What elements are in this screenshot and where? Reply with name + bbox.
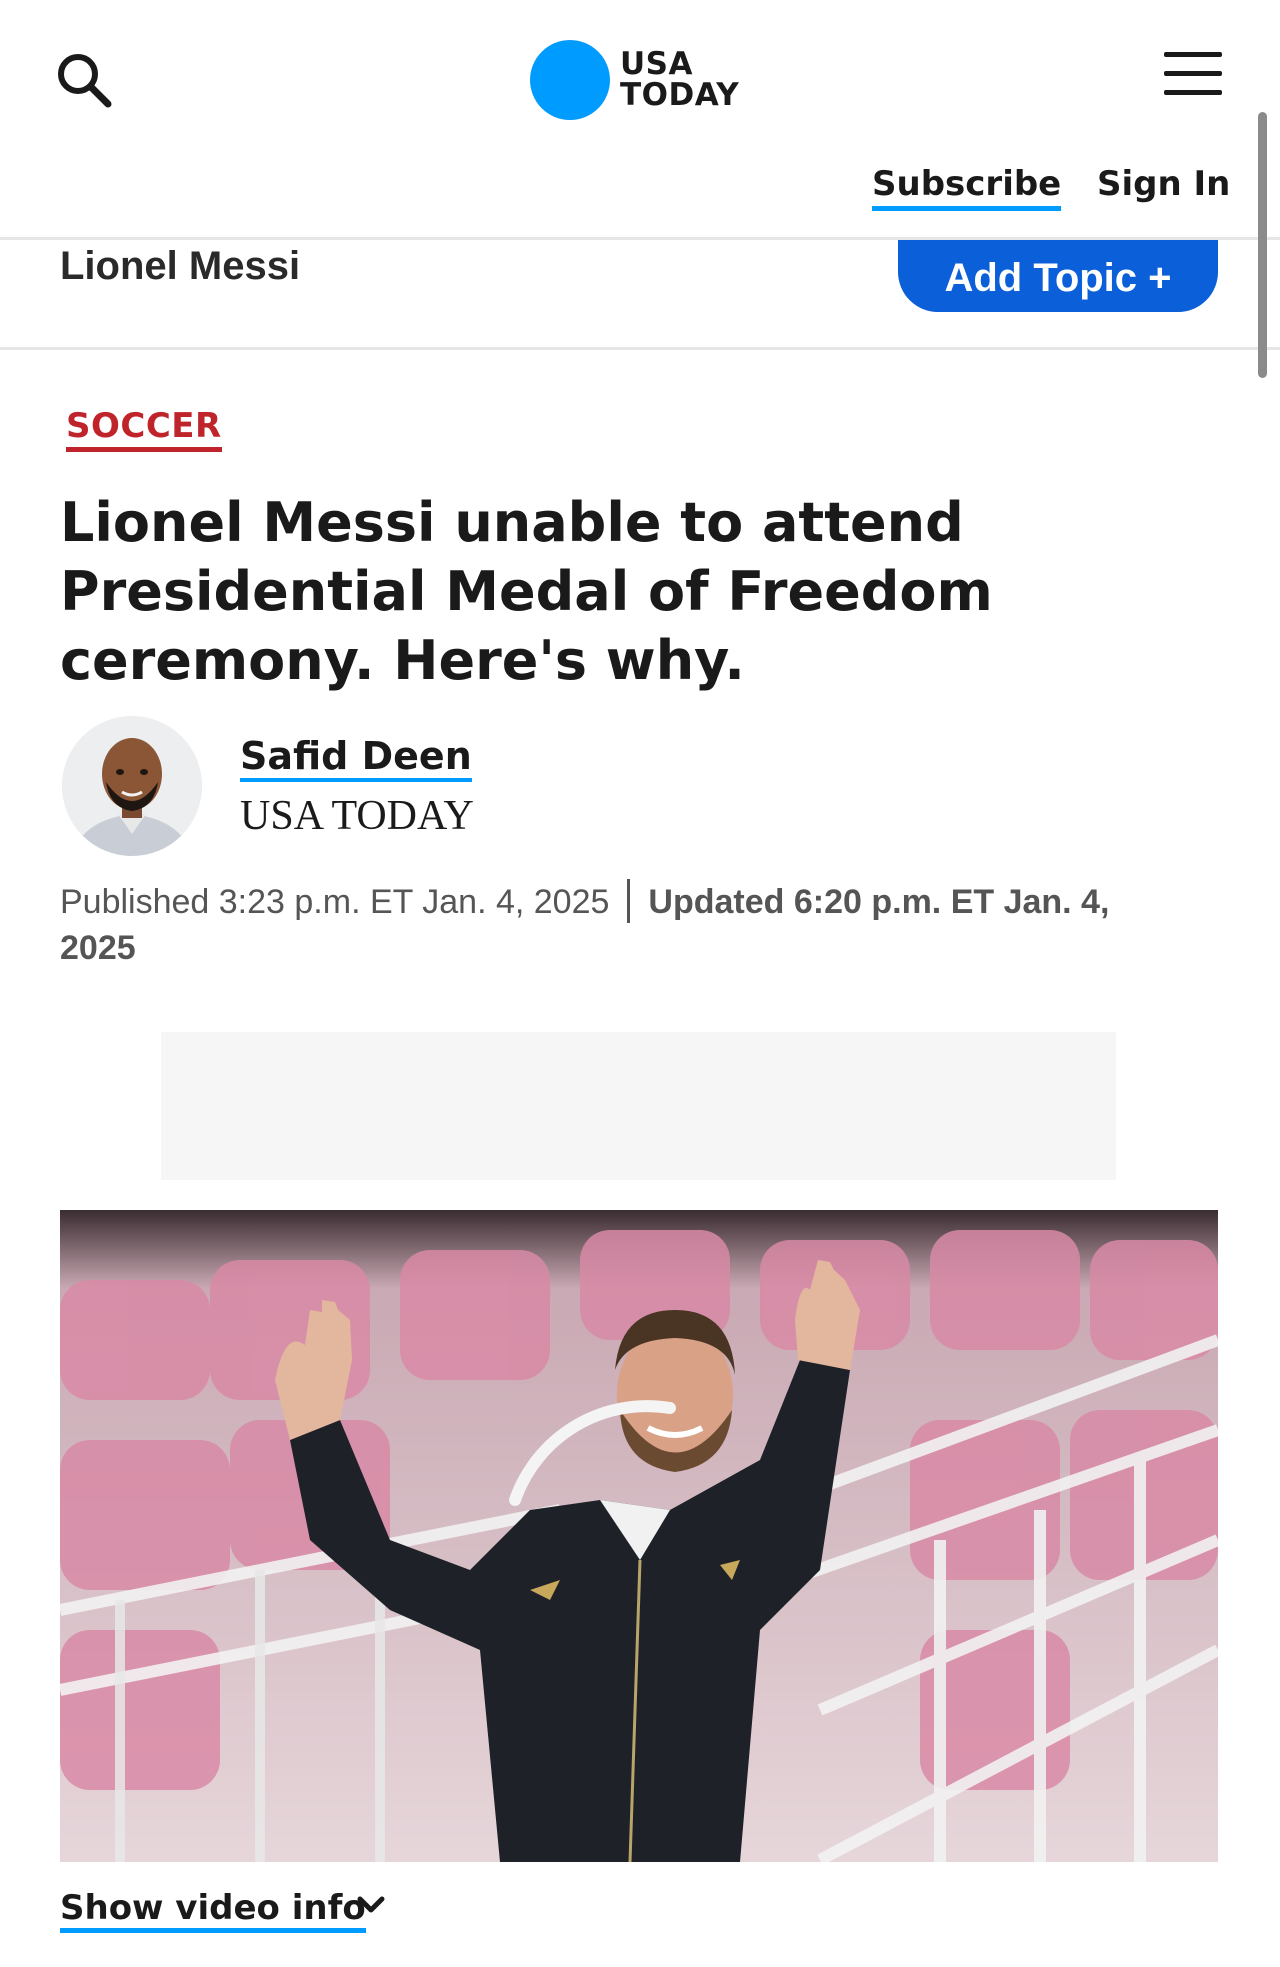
author-organization: USA TODAY [240,793,474,839]
section-label-soccer[interactable]: SOCCER [66,406,222,452]
author-photo [62,716,202,856]
author-name-link[interactable]: Safid Deen [240,734,472,782]
sign-in-link[interactable]: Sign In [1097,164,1230,204]
search-icon [58,54,112,108]
usa-today-logo[interactable]: USA TODAY [530,40,739,120]
author-avatar[interactable] [62,716,202,856]
published-date: Published 3:23 p.m. ET Jan. 4, 2025 [60,883,610,921]
menu-button[interactable] [1164,52,1222,98]
date-separator [627,879,631,924]
video-player[interactable] [60,1210,1218,1862]
logo-wordmark: USA TODAY [620,49,739,111]
article-headline: Lionel Messi unable to attend Presidenti… [60,491,993,692]
article-dates: Published 3:23 p.m. ET Jan. 4, 2025 Updat… [60,879,1180,971]
show-video-info-link[interactable]: Show video info [60,1888,366,1933]
site-header: USA TODAY Subscribe Sign In [0,0,1280,240]
topic-name: Lionel Messi [60,244,301,288]
logo-dot-icon [530,40,610,120]
scrollbar-thumb[interactable] [1258,112,1267,378]
ad-placeholder [161,1032,1116,1180]
topic-bar: Lionel Messi Add Topic + [0,240,1280,350]
video-thumbnail [60,1210,1218,1862]
logo-line-1: USA [620,46,693,82]
subscribe-link[interactable]: Subscribe [872,164,1062,211]
add-topic-button[interactable]: Add Topic + [898,240,1218,312]
hamburger-icon [1164,52,1222,95]
chevron-down-icon[interactable] [356,1890,386,1920]
logo-line-2: TODAY [620,77,740,113]
search-button[interactable] [52,48,116,112]
